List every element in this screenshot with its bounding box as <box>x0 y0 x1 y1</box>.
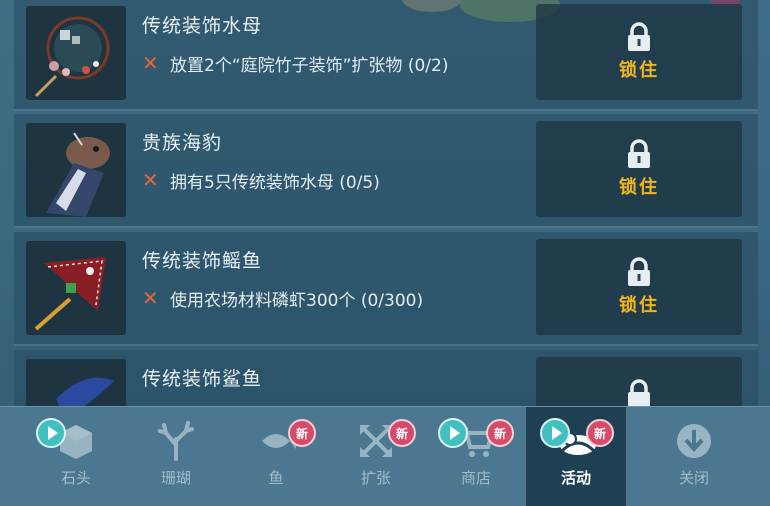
seal-thumbnail <box>26 123 126 217</box>
tab-close[interactable]: 关闭 <box>644 407 744 506</box>
bottom-tab-bar: 石头 珊瑚 新 鱼 新 扩张 新 商店 新 活动 关闭 <box>0 406 770 506</box>
lock-label: 锁住 <box>619 60 659 81</box>
list-item: 传统装饰鲨鱼 <box>14 350 758 410</box>
list-item: 传统装饰水母 ✕ 放置2个“庭院竹子装饰”扩张物 (0/2) 锁住 <box>14 0 758 111</box>
tab-stone[interactable]: 石头 <box>26 407 126 506</box>
lock-label: 锁住 <box>619 177 659 198</box>
task-text: 使用农场材料磷虾300个 (0/300) <box>170 290 424 311</box>
task-requirement: ✕ 拥有5只传统装饰水母 (0/5) <box>142 168 380 193</box>
tab-label: 活动 <box>560 469 591 487</box>
tab-label: 扩张 <box>360 469 391 487</box>
task-requirement: ✕ 使用农场材料磷虾300个 (0/300) <box>142 286 424 311</box>
tab-event[interactable]: 新 活动 <box>526 407 626 506</box>
new-badge: 新 <box>486 419 514 447</box>
list-item: 贵族海豹 ✕ 拥有5只传统装饰水母 (0/5) 锁住 <box>14 114 758 228</box>
coral-icon <box>158 421 194 461</box>
locked-status-button[interactable] <box>536 357 742 410</box>
incomplete-x-icon: ✕ <box>142 168 159 192</box>
lock-icon <box>628 22 650 51</box>
play-icon[interactable] <box>540 418 570 448</box>
tab-label: 商店 <box>460 469 491 487</box>
tab-shop[interactable]: 新 商店 <box>426 407 526 506</box>
play-icon[interactable] <box>438 418 468 448</box>
tab-label: 关闭 <box>678 469 709 487</box>
tab-label: 鱼 <box>268 469 284 487</box>
lock-label: 锁住 <box>619 295 659 316</box>
play-icon[interactable] <box>36 418 66 448</box>
locked-status-button[interactable]: 锁住 <box>536 4 742 100</box>
tab-fish[interactable]: 新 鱼 <box>226 407 326 506</box>
new-badge: 新 <box>586 419 614 447</box>
tab-expand[interactable]: 新 扩张 <box>326 407 426 506</box>
close-download-icon <box>677 424 711 458</box>
jellyfish-thumbnail <box>26 6 126 100</box>
task-text: 放置2个“庭院竹子装饰”扩张物 (0/2) <box>170 55 449 76</box>
item-title: 贵族海豹 <box>142 132 223 154</box>
item-title: 传统装饰鲨鱼 <box>142 368 263 390</box>
tab-label: 石头 <box>60 469 91 487</box>
incomplete-x-icon: ✕ <box>142 286 159 310</box>
tab-label: 珊瑚 <box>160 469 191 487</box>
task-requirement: ✕ 放置2个“庭院竹子装饰”扩张物 (0/2) <box>142 51 449 76</box>
tab-coral[interactable]: 珊瑚 <box>126 407 226 506</box>
task-text: 拥有5只传统装饰水母 (0/5) <box>170 172 380 193</box>
new-badge: 新 <box>388 419 416 447</box>
locked-status-button[interactable]: 锁住 <box>536 121 742 217</box>
item-title: 传统装饰水母 <box>142 15 263 37</box>
list-item: 传统装饰鳐鱼 ✕ 使用农场材料磷虾300个 (0/300) 锁住 <box>14 232 758 346</box>
locked-status-button[interactable]: 锁住 <box>536 239 742 335</box>
item-title: 传统装饰鳐鱼 <box>142 250 263 272</box>
incomplete-x-icon: ✕ <box>142 51 159 75</box>
lock-icon <box>628 139 650 168</box>
new-badge: 新 <box>288 419 316 447</box>
lock-icon <box>628 379 650 408</box>
achievement-list[interactable]: 传统装饰水母 ✕ 放置2个“庭院竹子装饰”扩张物 (0/2) 锁住 贵族海豹 ✕… <box>14 0 758 410</box>
shark-thumbnail <box>26 359 126 410</box>
lock-icon <box>628 257 650 286</box>
ray-thumbnail <box>26 241 126 335</box>
